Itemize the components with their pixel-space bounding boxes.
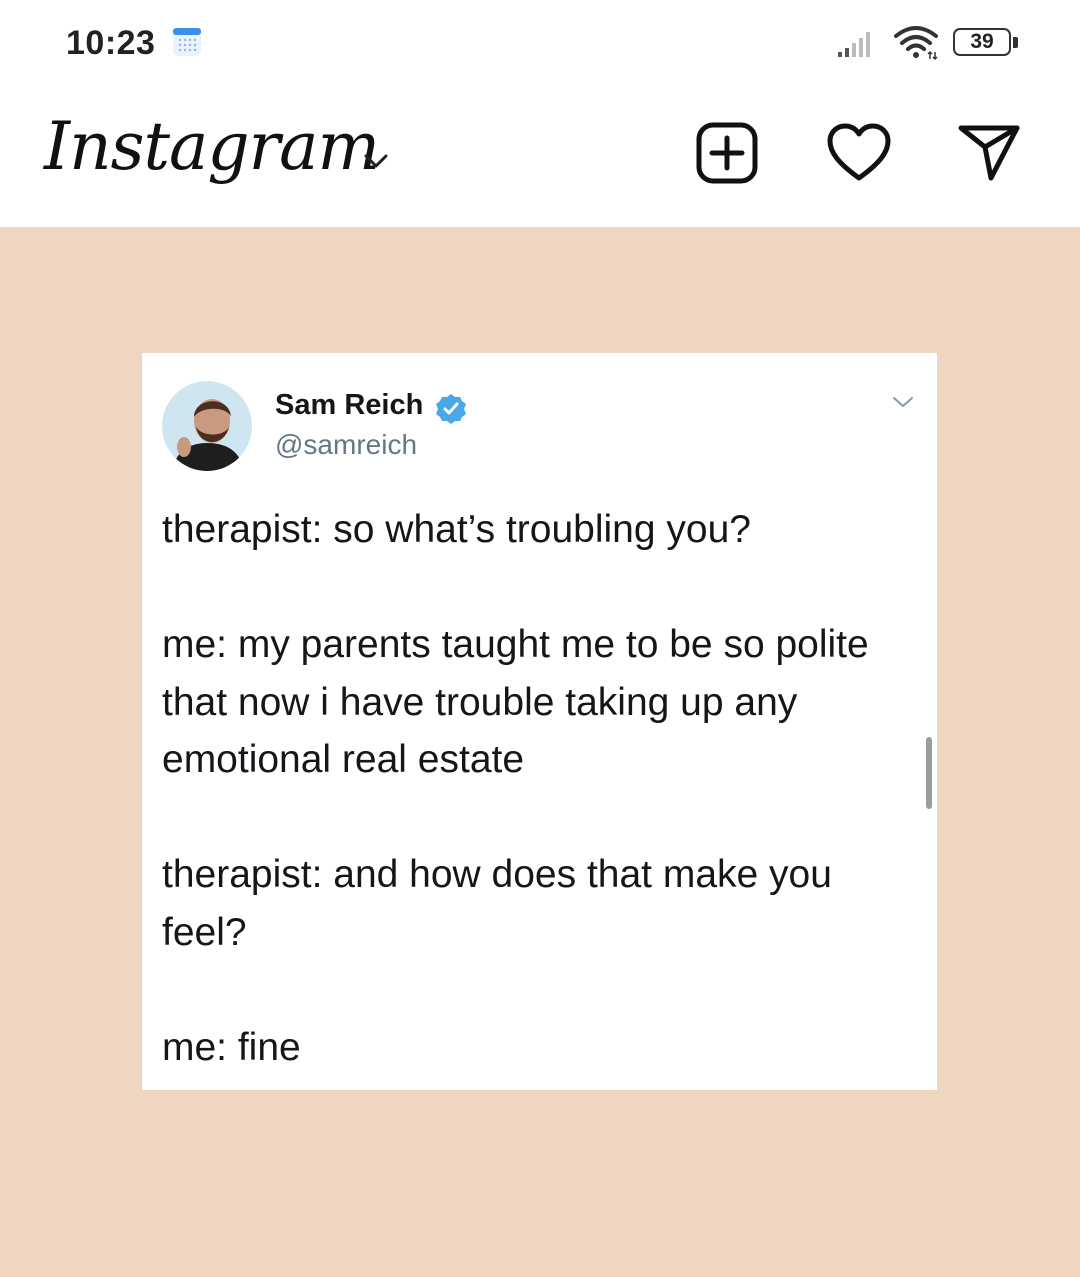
tweet-screenshot: Sam Reich @samreich therapist: so what’s… xyxy=(142,353,937,1090)
signal-icon xyxy=(838,32,870,57)
instagram-logo[interactable]: Instagram xyxy=(44,108,380,185)
direct-messages-button[interactable] xyxy=(954,118,1024,188)
new-post-button[interactable] xyxy=(692,118,762,188)
tweet-body: therapist: so what’s troubling you? me: … xyxy=(162,501,922,1076)
chevron-down-icon xyxy=(893,397,913,408)
tweet-handle: @samreich xyxy=(275,429,418,460)
activity-button[interactable] xyxy=(824,118,894,188)
verified-badge-icon xyxy=(436,394,466,424)
tweet-line: therapist: so what’s troubling you? xyxy=(162,508,751,551)
battery-indicator: 39 xyxy=(953,28,1011,56)
avatar xyxy=(162,381,252,471)
status-bar: 10:23 39 xyxy=(0,0,1080,90)
send-icon xyxy=(958,125,1020,181)
tweet-author-name: Sam Reich xyxy=(275,389,424,421)
battery-percent: 39 xyxy=(970,30,994,53)
wifi-icon xyxy=(894,26,938,60)
tweet-line: me: fine xyxy=(162,1025,301,1069)
tweet-line: therapist: and how does that make you fe… xyxy=(162,853,832,954)
status-time: 10:23 xyxy=(66,24,156,62)
app-header: Instagram xyxy=(0,90,1080,227)
scrollbar[interactable] xyxy=(926,737,932,809)
battery-nub xyxy=(1013,37,1018,48)
tweet-line: me: my parents taught me to be so polite… xyxy=(162,623,869,781)
heart-icon xyxy=(827,123,891,181)
post-image[interactable]: Sam Reich @samreich therapist: so what’s… xyxy=(0,227,1080,1277)
add-post-icon xyxy=(696,122,758,184)
chevron-down-icon[interactable] xyxy=(358,148,394,172)
calendar-icon xyxy=(173,28,201,56)
